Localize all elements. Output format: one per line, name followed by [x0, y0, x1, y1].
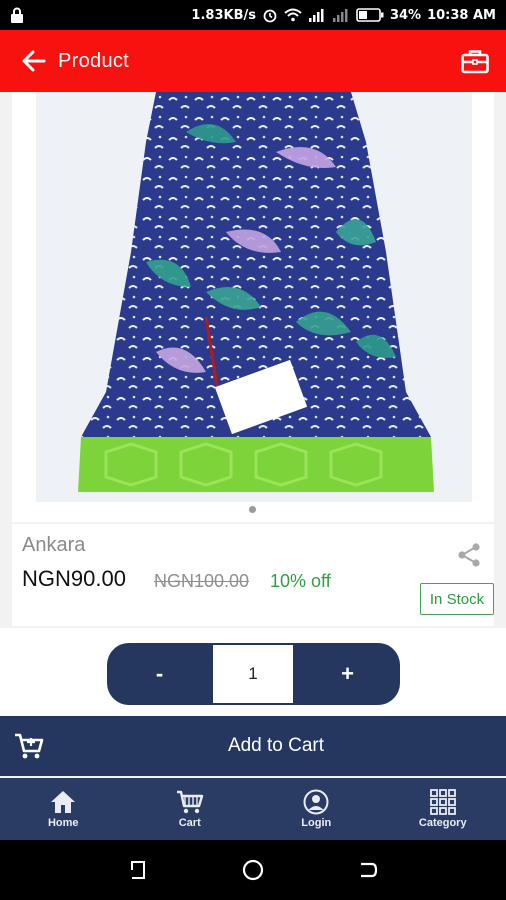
- share-icon[interactable]: [455, 541, 483, 569]
- signal-icon: [308, 9, 324, 22]
- product-old-price: NGN100.00: [154, 571, 250, 591]
- bottom-nav: Home Cart Login Category: [0, 778, 506, 840]
- product-name: Ankara: [22, 534, 86, 556]
- nav-home[interactable]: Home: [0, 778, 127, 840]
- user-icon: [303, 789, 329, 815]
- network-speed: 1.83KB/s: [191, 7, 256, 23]
- nav-cart-label: Cart: [178, 817, 201, 829]
- status-bar: 1.83KB/s 34% 10:38 AM: [0, 0, 506, 30]
- nav-home-label: Home: [47, 817, 79, 829]
- wifi-icon: [284, 8, 302, 22]
- increase-quantity-button[interactable]: +: [295, 643, 400, 705]
- recent-apps-icon[interactable]: [126, 858, 150, 882]
- page-title: Product: [58, 49, 130, 72]
- battery-icon: [356, 8, 384, 22]
- add-to-cart-button[interactable]: Add to Cart: [0, 716, 506, 776]
- carousel-indicator: [249, 506, 256, 513]
- nav-category-label: Category: [418, 817, 467, 829]
- home-circle-icon[interactable]: [241, 858, 265, 882]
- product-image[interactable]: [36, 92, 472, 502]
- add-to-cart-label: Add to Cart: [227, 735, 325, 756]
- battery-level: 34%: [389, 7, 422, 23]
- nav-login-label: Login: [301, 817, 332, 829]
- system-nav-bar: [0, 840, 506, 900]
- fabric-illustration: [36, 92, 472, 502]
- add-cart-icon: [15, 733, 44, 759]
- back-arrow-icon[interactable]: [20, 47, 48, 75]
- back-nav-icon[interactable]: [356, 858, 380, 882]
- product-info-card: Ankara NGN90.00 NGN100.00 10% off In Sto…: [12, 524, 494, 626]
- lock-icon: [11, 7, 23, 23]
- grid-icon: [429, 789, 456, 815]
- alarm-icon: [263, 9, 277, 23]
- product-price: NGN90.00: [22, 566, 126, 591]
- quantity-value[interactable]: 1: [213, 645, 293, 703]
- signal-icon-2: [332, 9, 348, 22]
- cart-icon: [176, 790, 203, 814]
- shopping-bag-icon[interactable]: [460, 46, 490, 76]
- nav-cart[interactable]: Cart: [127, 778, 254, 840]
- quantity-section: - 1 +: [0, 628, 506, 716]
- decrease-quantity-button[interactable]: -: [107, 643, 212, 705]
- product-image-card: [12, 92, 494, 522]
- stock-badge: In Stock: [420, 583, 494, 615]
- discount-label: 10% off: [270, 571, 331, 591]
- app-bar: Product: [0, 30, 506, 92]
- nav-category[interactable]: Category: [380, 778, 506, 840]
- quantity-stepper: - 1 +: [107, 643, 400, 705]
- nav-login[interactable]: Login: [253, 778, 380, 840]
- home-icon: [51, 791, 76, 813]
- clock: 10:38 AM: [427, 7, 496, 23]
